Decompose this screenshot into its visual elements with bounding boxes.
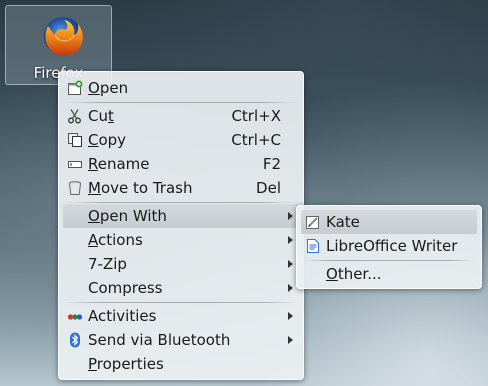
menu-item-label: Open xyxy=(88,79,129,97)
scissors-icon xyxy=(68,109,81,124)
menu-item-7-zip[interactable]: 7-Zip xyxy=(63,252,299,276)
submenu-item-label: Kate xyxy=(326,213,360,231)
menu-item-send-via-bluetooth[interactable]: Send via Bluetooth xyxy=(63,328,299,352)
menu-item-open-with[interactable]: Open With xyxy=(63,204,299,228)
submenu-arrow-icon xyxy=(288,284,293,292)
menu-item-label: Properties xyxy=(88,355,164,373)
submenu-arrow-icon xyxy=(288,336,293,344)
menu-item-copy[interactable]: Copy Ctrl+C xyxy=(63,128,299,152)
menu-item-shortcut: Ctrl+C xyxy=(231,131,281,149)
menu-item-label: Compress xyxy=(88,279,163,297)
menu-item-label: Copy xyxy=(88,131,127,149)
menu-item-label: Cut xyxy=(88,107,114,125)
menu-item-label: Rename xyxy=(88,155,150,173)
submenu-item-other[interactable]: Other... xyxy=(301,262,477,286)
rename-icon xyxy=(68,161,82,168)
menu-item-rename[interactable]: Rename F2 xyxy=(63,152,299,176)
menu-item-label: Send via Bluetooth xyxy=(88,331,231,349)
submenu-item-libreoffice-writer[interactable]: LibreOffice Writer xyxy=(301,234,477,258)
menu-separator xyxy=(65,102,297,103)
menu-item-properties[interactable]: Properties xyxy=(63,352,299,376)
menu-item-label: 7-Zip xyxy=(88,255,127,273)
menu-item-label: Activities xyxy=(88,307,157,325)
menu-separator xyxy=(303,260,475,261)
kate-icon xyxy=(306,216,319,229)
menu-separator xyxy=(65,302,297,303)
menu-separator xyxy=(65,202,297,203)
open-icon xyxy=(68,80,83,95)
bluetooth-icon xyxy=(70,332,80,348)
menu-item-activities[interactable]: Activities xyxy=(63,304,299,328)
menu-item-open[interactable]: Open xyxy=(63,76,299,100)
menu-item-compress[interactable]: Compress xyxy=(63,276,299,300)
menu-item-label: Open With xyxy=(88,207,167,225)
firefox-icon xyxy=(44,17,83,56)
menu-item-shortcut: Del xyxy=(256,179,281,197)
menu-item-cut[interactable]: Cut Ctrl+X xyxy=(63,104,299,128)
writer-icon xyxy=(307,239,319,253)
submenu-item-kate[interactable]: Kate xyxy=(301,210,477,234)
copy-icon xyxy=(68,133,82,147)
submenu-item-label: Other... xyxy=(326,265,382,283)
trash-icon xyxy=(69,181,81,195)
submenu-arrow-icon xyxy=(288,212,293,220)
context-menu: Open Cut Ctrl+X Copy Ctrl+C Rename F2 Mo… xyxy=(58,71,304,380)
open-with-submenu: Kate LibreOffice Writer Other... xyxy=(296,205,482,289)
menu-item-shortcut: Ctrl+X xyxy=(231,107,281,125)
menu-item-move-to-trash[interactable]: Move to Trash Del xyxy=(63,176,299,200)
submenu-arrow-icon xyxy=(288,312,293,320)
activities-icon xyxy=(67,314,83,320)
submenu-arrow-icon xyxy=(288,236,293,244)
submenu-arrow-icon xyxy=(288,260,293,268)
submenu-item-label: LibreOffice Writer xyxy=(326,237,458,255)
menu-item-shortcut: F2 xyxy=(262,155,281,173)
menu-item-label: Move to Trash xyxy=(88,179,193,197)
menu-item-actions[interactable]: Actions xyxy=(63,228,299,252)
menu-item-label: Actions xyxy=(88,231,143,249)
